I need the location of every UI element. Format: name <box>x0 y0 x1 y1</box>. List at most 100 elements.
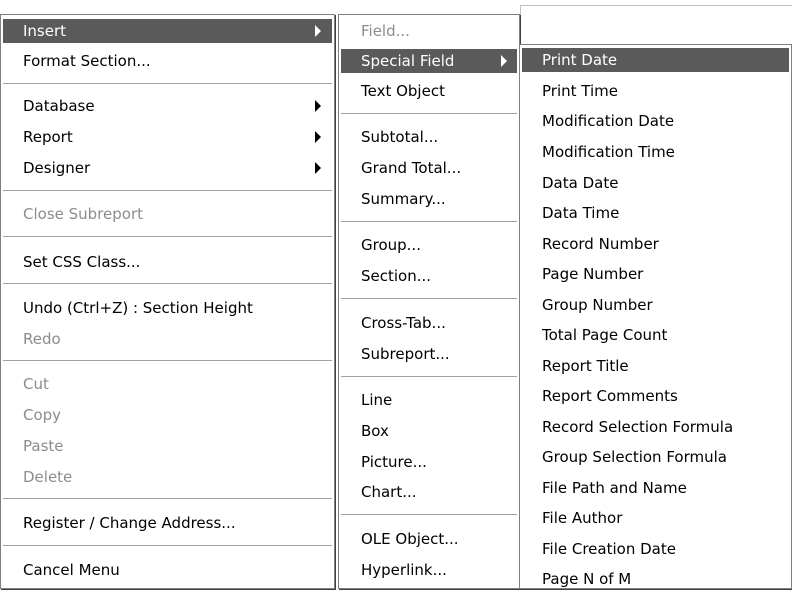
menu-item-label: Chart... <box>361 483 417 501</box>
menu-item-field: Field... <box>341 19 517 43</box>
menu-item-label: Designer <box>23 159 91 177</box>
menu-item-page-number[interactable]: Page Number <box>522 262 789 286</box>
menu-item-summary[interactable]: Summary... <box>341 187 517 211</box>
menu-item-label: Register / Change Address... <box>23 514 236 532</box>
menu-item-page-n-of-m[interactable]: Page N of M <box>522 567 789 591</box>
menu-separator <box>3 360 332 362</box>
menu-item-database[interactable]: Database <box>3 94 332 118</box>
menu-item-label: Summary... <box>361 190 446 208</box>
menu-item-label: Paste <box>23 437 64 455</box>
menu-item-label: Cancel Menu <box>23 561 120 579</box>
menu-item-modification-time[interactable]: Modification Time <box>522 140 789 164</box>
menu-item-special-field-label: Special Field <box>361 52 455 70</box>
menu-item-label: Picture... <box>361 453 427 471</box>
menu-item-text-object[interactable]: Text Object <box>341 79 517 103</box>
menu-item-section[interactable]: Section... <box>341 264 517 288</box>
special-field-submenu: Print Date Print Time Modification Date … <box>519 44 792 589</box>
menu-item-subreport[interactable]: Subreport... <box>341 342 517 366</box>
menu-item-label: Group... <box>361 236 421 254</box>
menu-item-label: Hyperlink... <box>361 561 447 579</box>
menu-item-label: Modification Time <box>542 143 675 161</box>
menu-item-label: Text Object <box>361 82 445 100</box>
menu-item-print-date-label: Print Date <box>542 51 618 69</box>
submenu-arrow-icon <box>315 162 321 174</box>
menu-item-special-field[interactable]: Special Field <box>341 49 517 73</box>
menu-item-cross-tab[interactable]: Cross-Tab... <box>341 311 517 335</box>
menu-item-label: Data Time <box>542 204 620 222</box>
menu-item-picture[interactable]: Picture... <box>341 450 517 474</box>
menu-item-label: Database <box>23 97 95 115</box>
menu-item-record-number[interactable]: Record Number <box>522 232 789 256</box>
menu-separator <box>341 221 517 223</box>
submenu-arrow-icon <box>501 55 507 67</box>
menu-item-file-path-and-name[interactable]: File Path and Name <box>522 476 789 500</box>
menu-item-print-time[interactable]: Print Time <box>522 79 789 103</box>
menu-item-insert-label: Insert <box>23 22 67 40</box>
menu-item-designer[interactable]: Designer <box>3 156 332 180</box>
menu-item-report-comments[interactable]: Report Comments <box>522 384 789 408</box>
menu-item-label: Page Number <box>542 265 644 283</box>
menu-item-label: Data Date <box>542 174 619 192</box>
menu-item-modification-date[interactable]: Modification Date <box>522 109 789 133</box>
menu-item-label: Print Time <box>542 82 618 100</box>
menu-item-ole-object[interactable]: OLE Object... <box>341 527 517 551</box>
background-edge <box>520 5 521 35</box>
menu-item-label: Delete <box>23 468 73 486</box>
menu-item-box[interactable]: Box <box>341 419 517 443</box>
submenu-arrow-icon <box>315 100 321 112</box>
submenu-arrow-icon <box>315 25 321 37</box>
menu-separator <box>341 298 517 300</box>
submenu-arrow-icon <box>315 131 321 143</box>
menu-item-undo[interactable]: Undo (Ctrl+Z) : Section Height <box>3 296 332 320</box>
menu-item-report[interactable]: Report <box>3 125 332 149</box>
menu-item-label: Redo <box>23 330 61 348</box>
menu-item-report-title[interactable]: Report Title <box>522 354 789 378</box>
menu-item-label: OLE Object... <box>361 530 459 548</box>
menu-item-format-section[interactable]: Format Section... <box>3 49 332 73</box>
menu-item-label: Record Number <box>542 235 659 253</box>
menu-separator <box>3 283 332 285</box>
menu-item-label: Subreport... <box>361 345 450 363</box>
menu-item-cancel[interactable]: Cancel Menu <box>3 558 332 582</box>
menu-item-subtotal[interactable]: Subtotal... <box>341 125 517 149</box>
menu-item-chart[interactable]: Chart... <box>341 480 517 504</box>
menu-item-group-number[interactable]: Group Number <box>522 293 789 317</box>
menu-item-close-subreport: Close Subreport <box>3 202 332 226</box>
menu-item-label: Report Title <box>542 357 629 375</box>
menu-item-label: Subtotal... <box>361 128 439 146</box>
menu-item-insert[interactable]: Insert <box>3 19 332 43</box>
menu-item-total-page-count[interactable]: Total Page Count <box>522 323 789 347</box>
menu-item-label: Group Number <box>542 296 653 314</box>
menu-item-label: File Path and Name <box>542 479 687 497</box>
menu-item-group[interactable]: Group... <box>341 233 517 257</box>
menu-item-label: Section... <box>361 267 432 285</box>
menu-item-label: Undo (Ctrl+Z) : Section Height <box>23 299 253 317</box>
menu-item-line[interactable]: Line <box>341 388 517 412</box>
menu-item-label: File Creation Date <box>542 540 676 558</box>
menu-item-file-creation-date[interactable]: File Creation Date <box>522 537 789 561</box>
insert-submenu: Field... Special Field Text Object Subto… <box>338 14 520 589</box>
menu-item-print-date[interactable]: Print Date <box>522 48 789 72</box>
menu-separator <box>341 376 517 378</box>
menu-item-grand-total[interactable]: Grand Total... <box>341 156 517 180</box>
menu-item-group-selection-formula[interactable]: Group Selection Formula <box>522 445 789 469</box>
menu-item-set-css-class[interactable]: Set CSS Class... <box>3 250 332 274</box>
menu-item-label: File Author <box>542 509 623 527</box>
menu-item-label: Line <box>361 391 393 409</box>
menu-item-register[interactable]: Register / Change Address... <box>3 511 332 535</box>
menu-item-label: Field... <box>361 22 410 40</box>
menu-item-data-date[interactable]: Data Date <box>522 171 789 195</box>
menu-item-label: Set CSS Class... <box>23 253 141 271</box>
menu-item-data-time[interactable]: Data Time <box>522 201 789 225</box>
menu-item-label: Grand Total... <box>361 159 462 177</box>
menu-item-label: Report Comments <box>542 387 678 405</box>
menu-item-cut: Cut <box>3 372 332 396</box>
menu-item-label: Cut <box>23 375 49 393</box>
menu-separator <box>3 545 332 547</box>
menu-item-file-author[interactable]: File Author <box>522 506 789 530</box>
menu-item-copy: Copy <box>3 403 332 427</box>
menu-item-record-selection-formula[interactable]: Record Selection Formula <box>522 415 789 439</box>
menu-item-label: Record Selection Formula <box>542 418 734 436</box>
menu-item-hyperlink[interactable]: Hyperlink... <box>341 558 517 582</box>
menu-item-paste: Paste <box>3 434 332 458</box>
